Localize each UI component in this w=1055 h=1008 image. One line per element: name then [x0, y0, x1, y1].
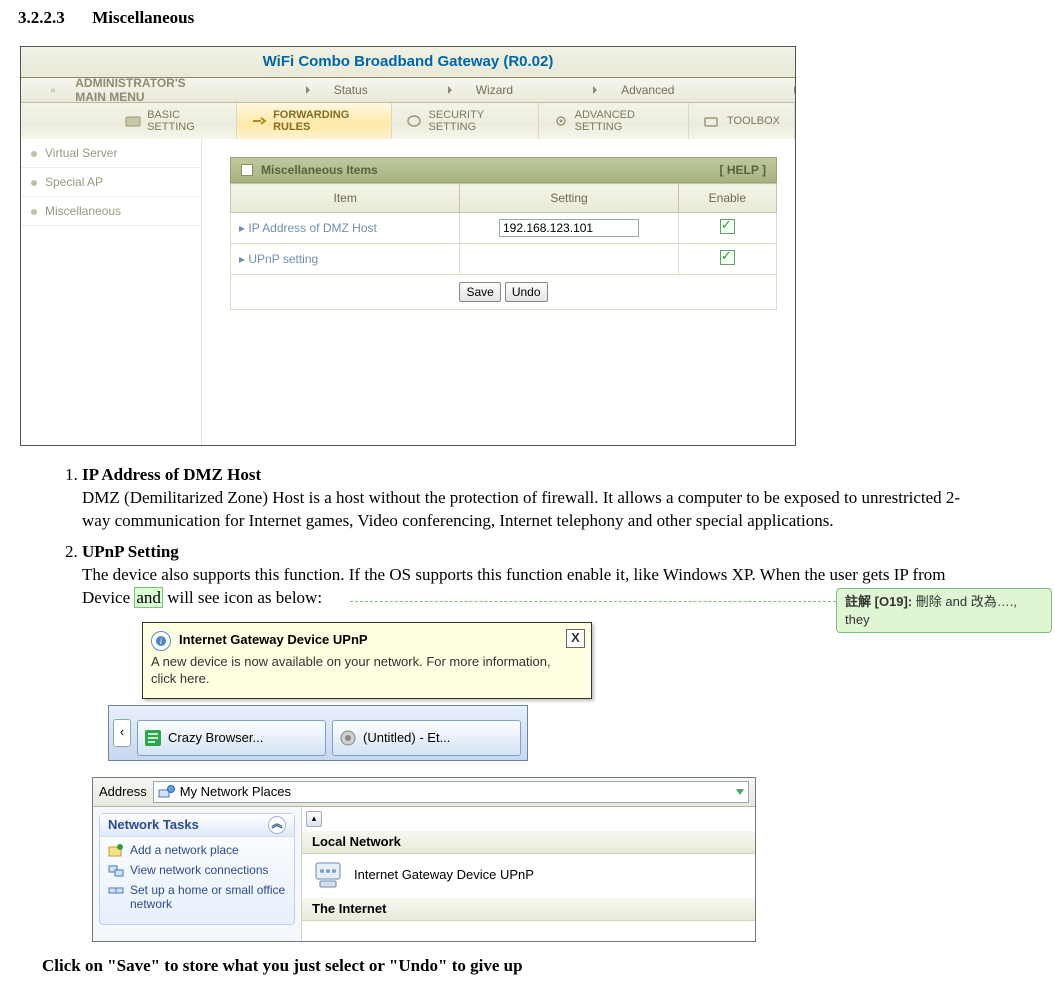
tab-advanced[interactable]: ADVANCED SETTING — [539, 103, 690, 139]
section-title: Miscellaneous — [92, 8, 194, 27]
sidebar-item-special-ap[interactable]: Special AP — [21, 168, 201, 197]
item2-desc-b: will see icon as below: — [163, 588, 322, 607]
taskbar-button-untitled[interactable]: (Untitled) - Et... — [332, 720, 521, 756]
address-field[interactable]: My Network Places — [153, 781, 749, 803]
menu-advanced[interactable]: Advanced — [573, 83, 694, 97]
router-title: WiFi Combo Broadband Gateway (R0.02) — [21, 47, 795, 78]
scroll-up-icon[interactable]: ▴ — [306, 811, 322, 827]
document-body: IP Address of DMZ Host DMZ (Demilitarize… — [24, 464, 964, 942]
item-internet-gateway[interactable]: Internet Gateway Device UPnP — [302, 854, 755, 896]
dmz-ip-input[interactable] — [499, 219, 639, 237]
menu-status[interactable]: Status — [286, 83, 388, 97]
items-pane: ▴ Local Network Internet Gateway Device … — [302, 807, 755, 941]
col-enable: Enable — [678, 184, 776, 213]
task-setup-network[interactable]: Set up a home or small office network — [108, 883, 286, 912]
tab-forwarding[interactable]: FORWARDING RULES — [237, 103, 392, 139]
dropdown-icon — [736, 789, 744, 795]
address-bar: Address My Network Places — [93, 778, 755, 807]
menu-logout[interactable]: Logout — [774, 83, 796, 97]
item1-title: IP Address of DMZ Host — [82, 465, 261, 484]
info-icon: i — [151, 631, 171, 651]
gear-icon — [553, 114, 569, 128]
arrow-icon — [251, 114, 267, 128]
item1-desc: DMZ (Demilitarized Zone) Host is a host … — [82, 488, 960, 530]
col-setting: Setting — [460, 184, 678, 213]
gateway-device-icon — [312, 859, 344, 891]
router-tabbar: BASIC SETTING FORWARDING RULES SECURITY … — [21, 103, 795, 140]
chevron-up-icon: ︽ — [268, 816, 286, 834]
play-icon — [306, 86, 310, 94]
toolbox-icon — [703, 114, 721, 128]
play-icon — [794, 86, 796, 94]
highlighted-word: and — [134, 587, 163, 608]
network-places-window: Address My Network Places Network Tasks … — [92, 777, 756, 942]
tasks-header[interactable]: Network Tasks ︽ — [100, 814, 294, 837]
category-the-internet: The Internet — [302, 898, 755, 921]
list-item: UPnP Setting The device also supports th… — [82, 541, 964, 610]
save-button[interactable]: Save — [459, 282, 500, 302]
tab-basic[interactable]: BASIC SETTING — [111, 103, 237, 139]
tab-toolbox[interactable]: TOOLBOX — [689, 103, 795, 139]
button-row: Save Undo — [230, 275, 777, 310]
app-icon — [339, 729, 357, 747]
balloon-close-button[interactable]: X — [566, 629, 585, 648]
table-row: IP Address of DMZ Host — [231, 213, 777, 244]
folder-icon — [125, 114, 141, 128]
upnp-enable-checkbox[interactable] — [720, 250, 735, 265]
browser-icon — [144, 729, 162, 747]
square-icon — [241, 164, 253, 176]
menu-wizard[interactable]: Wizard — [428, 83, 533, 97]
footer-instruction: Click on "Save" to store what you just s… — [42, 956, 1037, 976]
tab-security[interactable]: SECURITY SETTING — [392, 103, 538, 139]
sidebar-item-virtual-server[interactable]: Virtual Server — [21, 139, 201, 168]
add-place-icon — [108, 843, 124, 859]
network-places-icon — [158, 784, 176, 800]
task-add-network-place[interactable]: Add a network place — [108, 843, 286, 859]
router-content: Miscellaneous Items [ HELP ] Item Settin… — [202, 139, 795, 445]
panel-header: Miscellaneous Items [ HELP ] — [230, 157, 777, 183]
list-item: IP Address of DMZ Host DMZ (Demilitarize… — [82, 464, 964, 533]
admin-menu-label: ▫ ADMINISTRATOR'S MAIN MENU — [51, 76, 206, 104]
table-row: UPnP setting — [231, 244, 777, 275]
balloon-title: Internet Gateway Device UPnP — [179, 632, 368, 647]
category-local-network: Local Network — [302, 831, 755, 854]
item2-title: UPnP Setting — [82, 542, 179, 561]
dmz-enable-checkbox[interactable] — [720, 219, 735, 234]
help-link[interactable]: [ HELP ] — [720, 163, 766, 177]
row-dmz-label: IP Address of DMZ Host — [231, 213, 460, 244]
col-item: Item — [231, 184, 460, 213]
comment-connector — [350, 601, 836, 602]
play-icon — [448, 86, 452, 94]
windows-taskbar: ‹ Crazy Browser... (Untitled) - Et... — [108, 705, 528, 761]
router-menubar: ▫ ADMINISTRATOR'S MAIN MENU Status Wizar… — [21, 78, 795, 103]
play-icon — [593, 86, 597, 94]
router-sidebar: Virtual Server Special AP Miscellaneous — [21, 139, 202, 445]
upnp-notification-balloon: i Internet Gateway Device UPnP A new devi… — [142, 622, 592, 699]
sidebar-item-miscellaneous[interactable]: Miscellaneous — [21, 197, 201, 226]
comment-label: 註解 [O19]: — [845, 594, 912, 609]
taskbar-button-browser[interactable]: Crazy Browser... — [137, 720, 326, 756]
section-heading: 3.2.2.3 Miscellaneous — [18, 8, 1037, 28]
address-label: Address — [99, 783, 147, 801]
review-comment: 註解 [O19]: 刪除 and 改為…., they — [836, 588, 1052, 633]
tasks-pane: Network Tasks ︽ Add a network place View… — [93, 807, 302, 941]
balloon-body: A new device is now available on your ne… — [151, 653, 561, 688]
row-upnp-label: UPnP setting — [231, 244, 460, 275]
settings-table: Item Setting Enable IP Address of DMZ Ho… — [230, 183, 777, 275]
task-view-connections[interactable]: View network connections — [108, 863, 286, 879]
section-number: 3.2.2.3 — [18, 8, 88, 28]
taskbar-expand-icon[interactable]: ‹ — [113, 719, 131, 747]
connections-icon — [108, 863, 124, 879]
undo-button[interactable]: Undo — [505, 282, 548, 302]
shield-icon — [406, 114, 422, 128]
router-admin-screenshot: WiFi Combo Broadband Gateway (R0.02) ▫ A… — [20, 46, 796, 446]
setup-network-icon — [108, 883, 124, 899]
